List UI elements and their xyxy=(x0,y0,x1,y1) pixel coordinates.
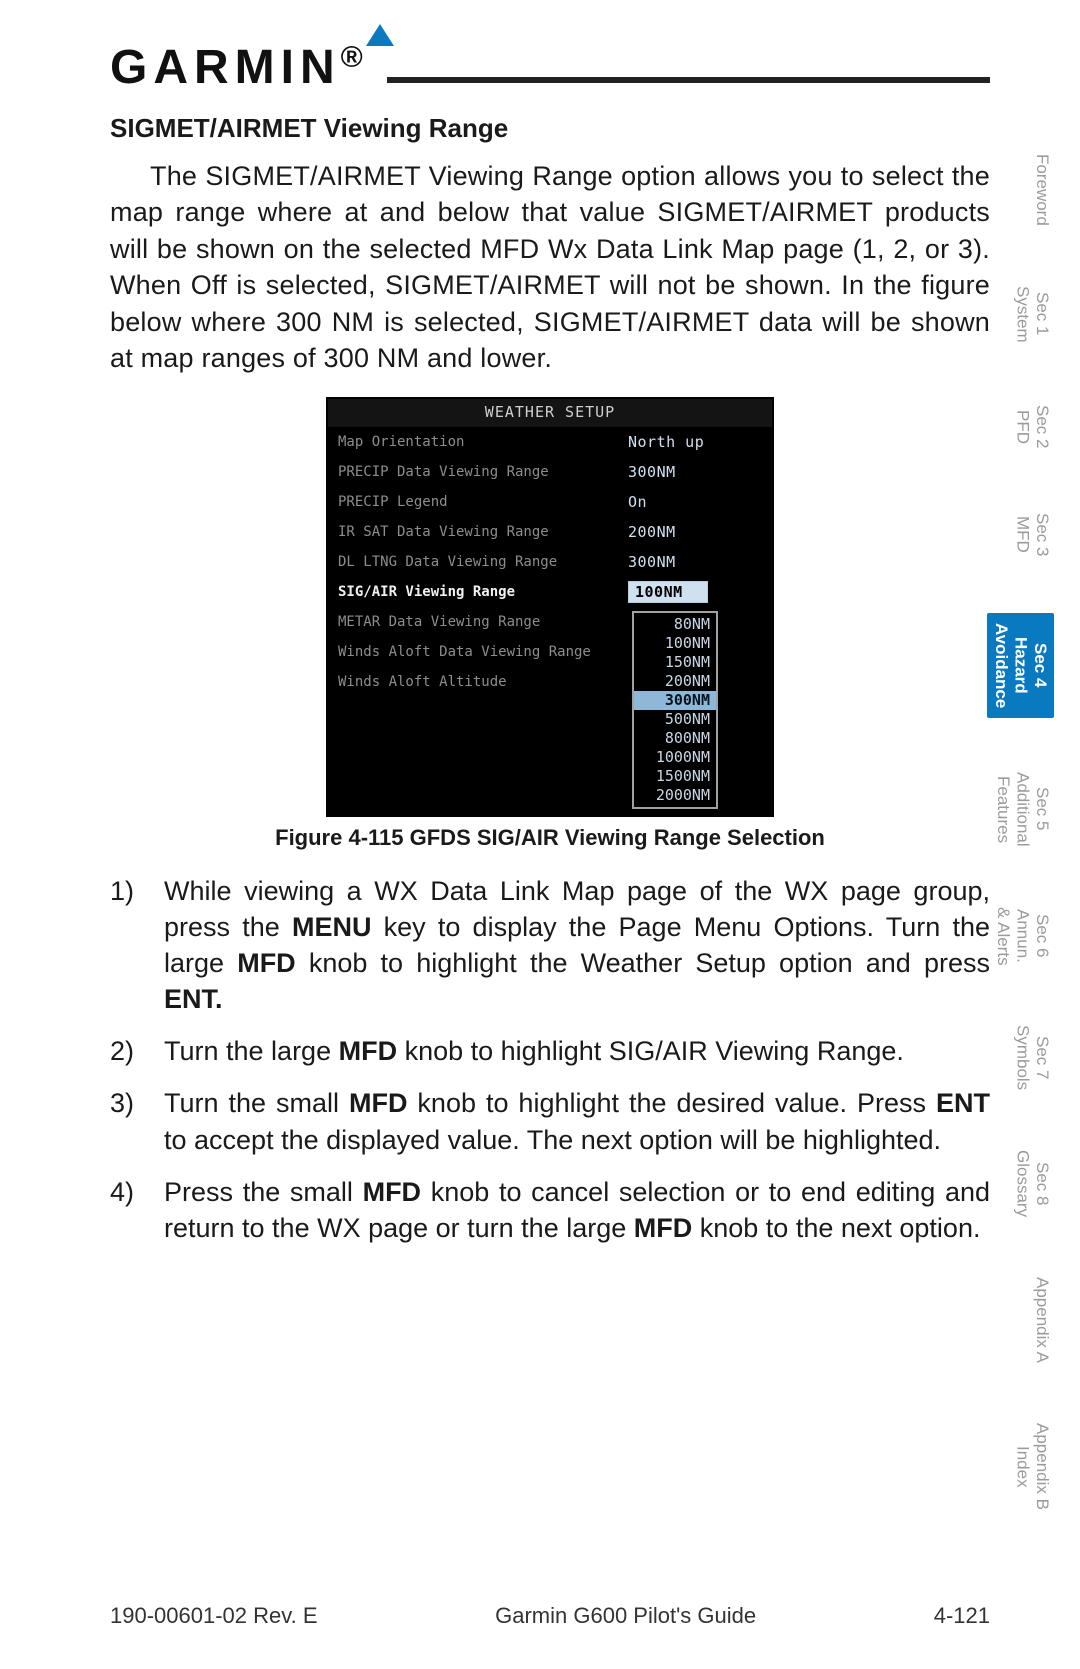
step-number: 2) xyxy=(110,1033,164,1069)
device-row-value-cell: 200NM xyxy=(628,517,772,547)
device-row-label: Winds Aloft Data Viewing Range xyxy=(328,644,628,660)
step-number: 4) xyxy=(110,1174,164,1246)
section-tab[interactable]: Sec 8 Glossary xyxy=(987,1144,1054,1223)
device-row-label: Map Orientation xyxy=(328,434,628,450)
device-row-value: North up xyxy=(628,433,708,451)
device-row-value: On xyxy=(628,493,708,511)
step: 3)Turn the small MFD knob to highlight t… xyxy=(110,1085,990,1157)
device-row: Map Orientation xyxy=(328,427,628,457)
device-row-value-cell: On xyxy=(628,487,772,517)
device-row-value-cell: North up xyxy=(628,427,772,457)
device-row-label: PRECIP Data Viewing Range xyxy=(328,464,628,480)
device-row: DL LTNG Data Viewing Range xyxy=(328,547,628,577)
dropdown-option[interactable]: 1000NM xyxy=(634,748,716,767)
device-row-value: 200NM xyxy=(628,523,708,541)
dropdown-option[interactable]: 200NM xyxy=(634,672,716,691)
section-tab[interactable]: Sec 5 Additional Features xyxy=(987,766,1054,853)
section-tab[interactable]: Sec 3 MFD xyxy=(987,505,1054,565)
step: 1)While viewing a WX Data Link Map page … xyxy=(110,873,990,1018)
section-tab[interactable]: Sec 7 Symbols xyxy=(987,1019,1054,1096)
logo-text: GARMIN xyxy=(110,41,341,94)
section-tab[interactable]: Sec 6 Annun. & Alerts xyxy=(987,901,1054,972)
header-rule xyxy=(387,77,990,83)
device-row-value: 300NM xyxy=(628,553,708,571)
section-heading: SIGMET/AIRMET Viewing Range xyxy=(110,113,990,144)
footer-center: Garmin G600 Pilot's Guide xyxy=(495,1603,756,1629)
dropdown-option[interactable]: 1500NM xyxy=(634,767,716,786)
device-row: SIG/AIR Viewing Range xyxy=(328,577,628,607)
range-dropdown[interactable]: 80NM100NM150NM200NM300NM500NM800NM1000NM… xyxy=(632,611,718,809)
device-row-value: 300NM xyxy=(628,463,708,481)
step-list: 1)While viewing a WX Data Link Map page … xyxy=(110,873,990,1247)
garmin-logo: GARMIN® xyxy=(110,30,369,95)
dropdown-option[interactable]: 800NM xyxy=(634,729,716,748)
step-text: While viewing a WX Data Link Map page of… xyxy=(164,873,990,1018)
step-number: 1) xyxy=(110,873,164,1018)
step: 4)Press the small MFD knob to cancel sel… xyxy=(110,1174,990,1246)
device-row-label: SIG/AIR Viewing Range xyxy=(328,584,628,600)
dropdown-option[interactable]: 500NM xyxy=(634,710,716,729)
section-tab[interactable]: Appendix A xyxy=(987,1271,1054,1369)
device-row-value-cell: 100NM xyxy=(628,577,772,607)
footer-left: 190-00601-02 Rev. E xyxy=(110,1603,318,1629)
device-row: PRECIP Data Viewing Range xyxy=(328,457,628,487)
device-row-label: PRECIP Legend xyxy=(328,494,628,510)
section-tab[interactable]: Appendix B Index xyxy=(987,1417,1054,1516)
device-row: Winds Aloft Altitude xyxy=(328,667,628,697)
section-tabs: Foreword Sec 1 System Sec 2 PFD Sec 3 MFD Se… xyxy=(987,148,1054,1516)
logo-caret-icon xyxy=(366,24,394,46)
section-tab[interactable]: Sec 2 PFD xyxy=(987,397,1054,457)
device-row: IR SAT Data Viewing Range xyxy=(328,517,628,547)
footer-right: 4-121 xyxy=(934,1603,990,1629)
device-row-label: DL LTNG Data Viewing Range xyxy=(328,554,628,570)
device-row-value-cell: 300NM xyxy=(628,457,772,487)
section-tab[interactable]: Sec 1 System xyxy=(987,280,1054,349)
header: GARMIN® xyxy=(110,30,990,95)
step-text: Turn the small MFD knob to highlight the… xyxy=(164,1085,990,1157)
dropdown-option[interactable]: 2000NM xyxy=(634,786,716,805)
intro-paragraph: The SIGMET/AIRMET Viewing Range option a… xyxy=(110,158,990,377)
device-screenshot: WEATHER SETUP Map Orientation PRECIP Data… xyxy=(326,397,774,817)
section-tab[interactable]: Foreword xyxy=(987,148,1054,232)
step-text: Press the small MFD knob to cancel selec… xyxy=(164,1174,990,1246)
device-row-label: METAR Data Viewing Range xyxy=(328,614,628,630)
section-tab[interactable]: Sec 4 Hazard Avoidance xyxy=(987,613,1054,718)
device-row-value: 100NM xyxy=(628,581,708,603)
dropdown-option[interactable]: 80NM xyxy=(634,615,716,634)
step: 2)Turn the large MFD knob to highlight S… xyxy=(110,1033,990,1069)
dropdown-option[interactable]: 150NM xyxy=(634,653,716,672)
dropdown-option[interactable]: 100NM xyxy=(634,634,716,653)
page-footer: 190-00601-02 Rev. E Garmin G600 Pilot's … xyxy=(110,1603,990,1629)
device-row-value-cell: 300NM xyxy=(628,547,772,577)
step-number: 3) xyxy=(110,1085,164,1157)
device-row-label: Winds Aloft Altitude xyxy=(328,674,628,690)
step-text: Turn the large MFD knob to highlight SIG… xyxy=(164,1033,990,1069)
device-row-label: IR SAT Data Viewing Range xyxy=(328,524,628,540)
dropdown-option[interactable]: 300NM xyxy=(634,691,716,710)
device-title: WEATHER SETUP xyxy=(328,399,772,427)
device-row: Winds Aloft Data Viewing Range xyxy=(328,637,628,667)
device-row: METAR Data Viewing Range xyxy=(328,607,628,637)
figure-caption: Figure 4-115 GFDS SIG/AIR Viewing Range … xyxy=(110,825,990,851)
device-row: PRECIP Legend xyxy=(328,487,628,517)
